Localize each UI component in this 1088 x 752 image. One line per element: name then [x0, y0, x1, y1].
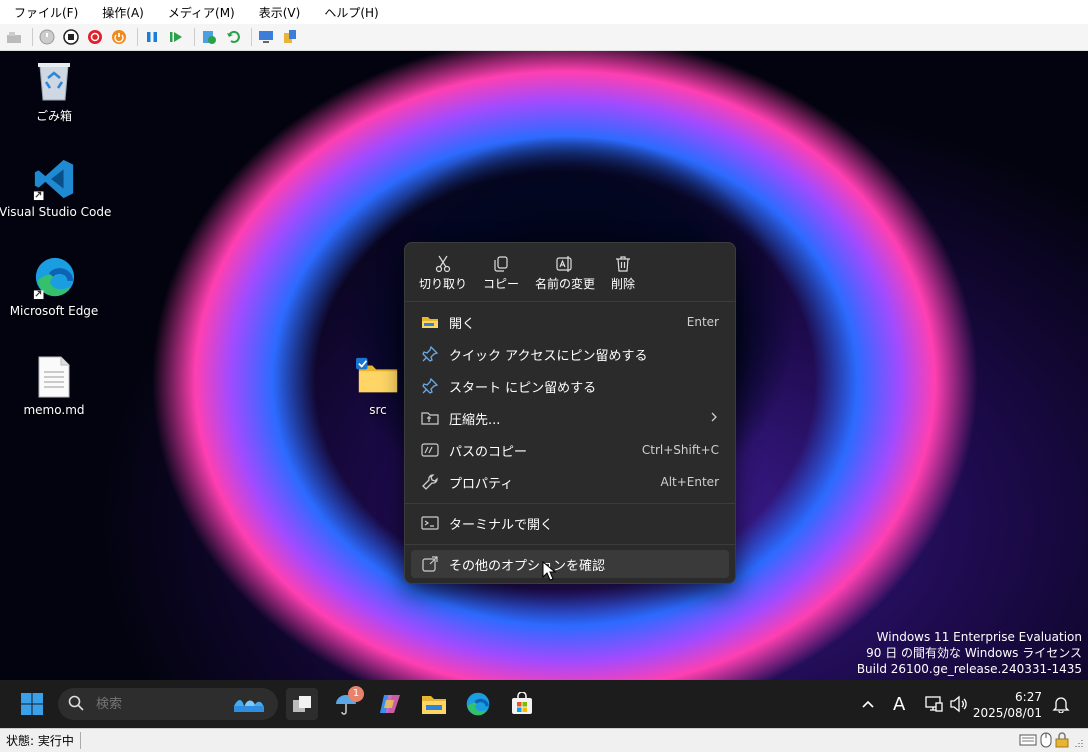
power-icon[interactable]	[109, 27, 129, 47]
statusbar-icons	[1019, 732, 1084, 751]
toolbar-separator	[137, 28, 138, 46]
resume-icon[interactable]	[166, 27, 186, 47]
desktop: ごみ箱 Visual Studio Code Microsoft Edge me…	[0, 51, 1088, 680]
host-toolbar	[0, 24, 1088, 51]
edge-taskbar-button[interactable]	[462, 688, 494, 720]
menu-item-more-options[interactable]: その他のオプションを確認	[411, 550, 729, 578]
desktop-icon-recycle-bin[interactable]: ごみ箱	[0, 59, 109, 124]
search-highlight-icon	[232, 694, 266, 717]
notifications-button[interactable]	[1052, 680, 1070, 728]
menu-item-compress[interactable]: 圧縮先...	[411, 404, 729, 432]
edge-icon	[466, 692, 490, 716]
shutdown-icon[interactable]	[85, 27, 105, 47]
clock-time: 6:27	[1015, 690, 1042, 704]
archive-icon	[419, 409, 441, 427]
resize-grip-icon[interactable]	[1072, 732, 1084, 751]
mouse-icon	[1040, 732, 1052, 751]
menu-divider	[405, 503, 735, 504]
menu-item-open-terminal[interactable]: ターミナルで開く	[411, 509, 729, 537]
ctrl-alt-del-icon[interactable]	[4, 27, 24, 47]
task-view-button[interactable]	[286, 688, 318, 720]
vscode-icon	[32, 157, 76, 201]
pin-icon	[419, 345, 441, 363]
menu-divider	[405, 544, 735, 545]
pin-icon	[419, 377, 441, 395]
windows-logo-icon	[21, 693, 43, 715]
menu-action[interactable]: 操作(A)	[88, 4, 154, 21]
copilot-button[interactable]	[374, 688, 406, 720]
rename-icon	[556, 253, 574, 275]
copilot-icon	[380, 695, 400, 713]
trash-icon	[614, 253, 632, 275]
task-view-icon	[293, 696, 311, 712]
toolbar-separator	[194, 28, 195, 46]
menu-item-copy-path[interactable]: パスのコピー Ctrl+Shift+C	[411, 436, 729, 464]
cut-button[interactable]: 切り取り	[411, 243, 475, 301]
toolbar-separator	[251, 28, 252, 46]
menu-item-pin-quick-access[interactable]: クイック アクセスにピン留めする	[411, 340, 729, 368]
taskbar: 1 A 6:27 2025/08/01	[0, 680, 1088, 728]
context-menu: 切り取り コピー 名前の変更 削除 開く Enter クイック アクセスにピン留…	[404, 242, 736, 584]
turn-off-icon[interactable]	[61, 27, 81, 47]
file-explorer-icon	[422, 696, 446, 714]
menu-media[interactable]: メディア(M)	[154, 4, 245, 21]
menu-file[interactable]: ファイル(F)	[0, 4, 88, 21]
chevron-right-icon	[709, 411, 719, 426]
lock-icon	[1055, 732, 1069, 751]
host-statusbar: 状態: 実行中	[0, 728, 1088, 752]
checkpoint-icon[interactable]	[199, 27, 219, 47]
document-icon	[32, 355, 76, 399]
menu-item-pin-start[interactable]: スタート にピン留めする	[411, 372, 729, 400]
weather-widget[interactable]: 1	[330, 686, 364, 720]
menu-item-properties[interactable]: プロパティ Alt+Enter	[411, 468, 729, 496]
store-icon	[512, 692, 532, 714]
taskbar-clock[interactable]: 6:27 2025/08/01	[973, 689, 1042, 721]
show-hidden-icons-button[interactable]	[860, 680, 876, 728]
menu-help[interactable]: ヘルプ(H)	[310, 4, 388, 21]
taskbar-search[interactable]	[58, 688, 278, 720]
file-explorer-button[interactable]	[418, 688, 450, 720]
copy-path-icon	[419, 441, 441, 459]
scissors-icon	[434, 253, 452, 275]
ime-indicator[interactable]: A	[893, 680, 905, 728]
copy-button[interactable]: コピー	[475, 243, 527, 301]
search-icon	[68, 695, 84, 714]
edge-icon	[32, 256, 76, 300]
desktop-icon-memo[interactable]: memo.md	[0, 355, 109, 417]
volume-icon[interactable]	[949, 680, 969, 728]
folder-icon	[356, 355, 400, 399]
recycle-bin-icon	[32, 59, 76, 103]
share-icon[interactable]	[280, 27, 300, 47]
store-button[interactable]	[506, 688, 538, 720]
network-icon[interactable]	[924, 680, 944, 728]
search-input[interactable]	[94, 695, 218, 713]
folder-open-icon	[419, 313, 441, 331]
clock-date: 2025/08/01	[972, 706, 1042, 720]
wrench-icon	[419, 473, 441, 491]
windows-watermark: Windows 11 Enterprise Evaluation 90 日 の間…	[856, 630, 1082, 676]
vm-status: 状態: 実行中	[0, 732, 81, 749]
revert-icon[interactable]	[223, 27, 243, 47]
start-icon[interactable]	[37, 27, 57, 47]
terminal-icon	[419, 514, 441, 532]
notification-badge: 1	[348, 686, 364, 702]
desktop-icon-edge[interactable]: Microsoft Edge	[0, 256, 109, 318]
mouse-cursor-icon	[542, 560, 557, 584]
desktop-icon-vscode[interactable]: Visual Studio Code	[0, 157, 111, 219]
context-menu-top-actions: 切り取り コピー 名前の変更 削除	[405, 243, 735, 302]
more-options-icon	[419, 555, 441, 573]
start-button[interactable]	[16, 688, 48, 720]
copy-icon	[492, 253, 510, 275]
keyboard-icon	[1019, 732, 1037, 751]
bell-icon	[1052, 697, 1070, 713]
delete-button[interactable]: 削除	[603, 243, 643, 301]
menu-view[interactable]: 表示(V)	[245, 4, 311, 21]
host-menubar: ファイル(F) 操作(A) メディア(M) 表示(V) ヘルプ(H)	[0, 0, 1088, 24]
rename-button[interactable]: 名前の変更	[527, 243, 603, 301]
pause-icon[interactable]	[142, 27, 162, 47]
toolbar-separator	[32, 28, 33, 46]
chevron-up-icon	[862, 700, 874, 708]
menu-item-open[interactable]: 開く Enter	[411, 308, 729, 336]
enhanced-session-icon[interactable]	[256, 27, 276, 47]
